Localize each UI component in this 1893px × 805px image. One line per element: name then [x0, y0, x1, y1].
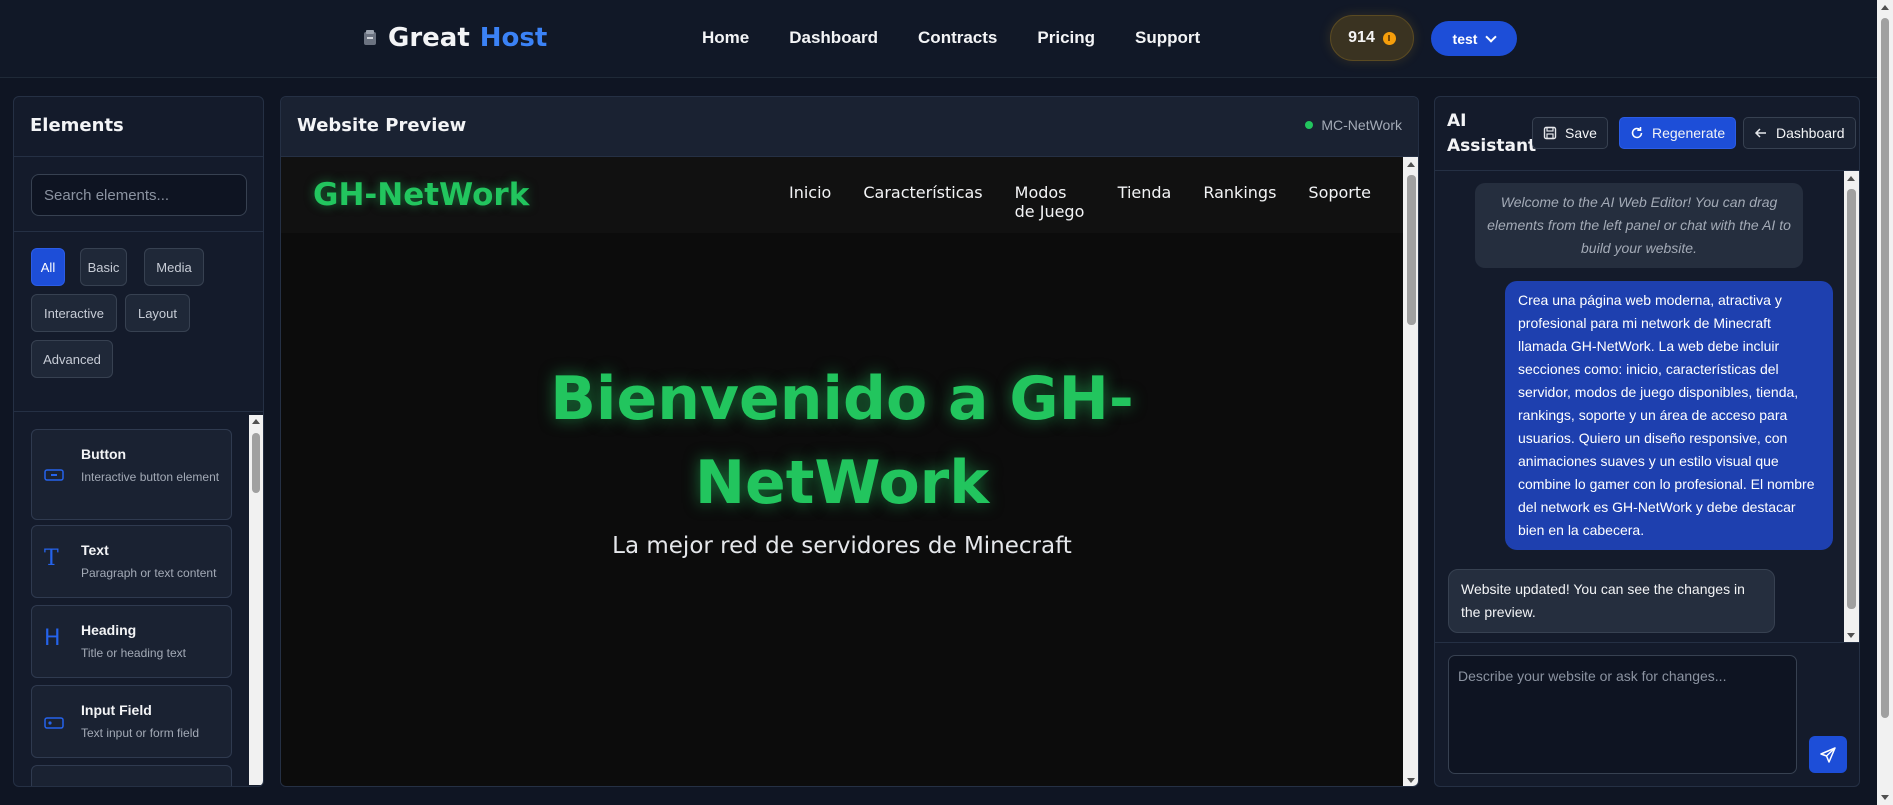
credits-count: 914	[1348, 29, 1375, 46]
top-navbar: Great Host Home Dashboard Contracts Prici…	[0, 0, 1877, 78]
category-layout[interactable]: Layout	[125, 294, 190, 332]
preview-hero-subtitle: La mejor red de servidores de Minecraft	[612, 533, 1072, 559]
brand-name-accent: Host	[479, 23, 548, 53]
arrow-left-icon	[1754, 128, 1766, 138]
chevron-down-icon	[1485, 30, 1498, 43]
button-icon	[44, 469, 64, 481]
element-card-partial[interactable]	[31, 765, 232, 786]
chat-scrollbar[interactable]	[1844, 171, 1859, 642]
element-title: Text	[81, 542, 109, 558]
main-nav: Home Dashboard Contracts Pricing Support	[702, 28, 1240, 50]
website-preview-frame[interactable]: GH-NetWork Inicio Características Modos …	[281, 157, 1403, 786]
element-description: Interactive button element	[81, 470, 220, 484]
preview-site-navbar: GH-NetWork Inicio Características Modos …	[281, 157, 1403, 233]
scroll-down-arrow[interactable]	[1407, 778, 1415, 783]
element-card-input-field[interactable]: Input Field Text input or form field	[31, 685, 232, 758]
elements-panel-title: Elements	[14, 97, 263, 157]
search-elements-input[interactable]	[31, 174, 247, 216]
preview-site-nav: Inicio Características Modos de Juego Ti…	[789, 183, 1403, 221]
nav-support[interactable]: Support	[1135, 28, 1200, 50]
server-icon	[364, 30, 376, 45]
element-card-heading[interactable]: H Heading Title or heading text	[31, 605, 232, 678]
assistant-message: Website updated! You can see the changes…	[1448, 569, 1775, 633]
save-label: Save	[1565, 125, 1597, 141]
input-field-icon	[44, 717, 64, 729]
text-icon: T	[44, 546, 59, 571]
preview-nav-modos[interactable]: Modos de Juego	[1015, 183, 1086, 221]
scroll-thumb[interactable]	[1847, 189, 1856, 609]
site-status: MC-NetWork	[1305, 117, 1402, 133]
preview-nav-inicio[interactable]: Inicio	[789, 183, 831, 221]
status-dot-icon	[1305, 121, 1314, 129]
scroll-up-arrow[interactable]	[252, 419, 260, 424]
assistant-header: AI Assistant Save Regenerate Dashboard	[1435, 97, 1859, 171]
category-interactive[interactable]: Interactive	[31, 294, 117, 332]
chat-messages: Welcome to the AI Web Editor! You can dr…	[1435, 171, 1845, 641]
preview-scrollbar[interactable]	[1403, 157, 1418, 786]
page-scrollbar[interactable]	[1877, 0, 1893, 805]
element-description: Text input or form field	[81, 726, 200, 740]
category-all[interactable]: All	[31, 248, 65, 286]
elements-scrollbar[interactable]	[249, 415, 263, 785]
ai-assistant-panel: AI Assistant Save Regenerate Dashboard W…	[1434, 96, 1860, 787]
system-message: Welcome to the AI Web Editor! You can dr…	[1475, 183, 1803, 268]
brand-logo[interactable]: Great Host	[362, 22, 547, 54]
element-title: Input Field	[81, 702, 152, 718]
scroll-down-arrow[interactable]	[1847, 633, 1855, 638]
scroll-up-arrow[interactable]	[1847, 176, 1855, 181]
chat-input[interactable]	[1448, 655, 1797, 774]
credits-badge[interactable]: 914	[1330, 15, 1414, 61]
element-title: Heading	[81, 622, 137, 638]
assistant-title: AI Assistant	[1447, 111, 1537, 156]
preview-nav-caracteristicas[interactable]: Características	[863, 183, 982, 221]
divider	[1435, 642, 1859, 643]
divider	[14, 411, 263, 412]
save-icon	[1543, 126, 1557, 140]
scroll-down-arrow[interactable]	[1881, 795, 1889, 800]
user-name: test	[1452, 30, 1478, 47]
nav-home[interactable]: Home	[702, 28, 749, 50]
element-palette: Button Interactive button element T Text…	[31, 429, 233, 786]
preview-title: Website Preview	[297, 115, 467, 136]
category-basic[interactable]: Basic	[80, 248, 127, 286]
category-advanced[interactable]: Advanced	[31, 340, 113, 378]
element-card-text[interactable]: T Text Paragraph or text content	[31, 525, 232, 598]
heading-icon: H	[44, 626, 61, 651]
element-card-button[interactable]: Button Interactive button element	[31, 429, 232, 520]
refresh-icon	[1631, 127, 1643, 139]
save-button[interactable]: Save	[1532, 117, 1608, 149]
send-button[interactable]	[1809, 736, 1847, 773]
dashboard-label: Dashboard	[1776, 125, 1845, 141]
regenerate-button[interactable]: Regenerate	[1619, 117, 1737, 149]
scroll-thumb[interactable]	[252, 433, 260, 493]
element-title: Button	[81, 446, 127, 462]
preview-header: Website Preview MC-NetWork	[281, 97, 1418, 157]
element-description: Title or heading text	[81, 646, 186, 660]
category-media[interactable]: Media	[144, 248, 204, 286]
preview-nav-tienda[interactable]: Tienda	[1118, 183, 1172, 221]
nav-pricing[interactable]: Pricing	[1037, 28, 1095, 50]
nav-contracts[interactable]: Contracts	[918, 28, 997, 50]
scroll-thumb[interactable]	[1881, 18, 1889, 718]
preview-hero-title: Bienvenido a GH-NetWork	[550, 364, 1134, 518]
user-menu-button[interactable]: test	[1431, 21, 1517, 56]
preview-nav-soporte[interactable]: Soporte	[1308, 183, 1371, 221]
dashboard-button[interactable]: Dashboard	[1743, 117, 1856, 149]
send-icon	[1820, 746, 1836, 763]
user-message: Crea una página web moderna, atractiva y…	[1505, 281, 1833, 550]
scroll-up-arrow[interactable]	[1407, 162, 1415, 167]
brand-name-primary: Great	[388, 23, 470, 53]
preview-nav-rankings[interactable]: Rankings	[1203, 183, 1276, 221]
preview-panel: Website Preview MC-NetWork GH-NetWork In…	[280, 96, 1419, 787]
element-description: Paragraph or text content	[81, 566, 217, 580]
site-name: MC-NetWork	[1321, 117, 1402, 133]
elements-panel: Elements All Basic Media Interactive Lay…	[13, 96, 264, 787]
scroll-up-arrow[interactable]	[1881, 5, 1889, 10]
nav-dashboard[interactable]: Dashboard	[789, 28, 878, 50]
preview-site-brand[interactable]: GH-NetWork	[313, 177, 529, 213]
regenerate-label: Regenerate	[1652, 125, 1726, 141]
scroll-thumb[interactable]	[1407, 175, 1416, 325]
divider	[14, 231, 263, 232]
coin-icon	[1382, 31, 1396, 45]
